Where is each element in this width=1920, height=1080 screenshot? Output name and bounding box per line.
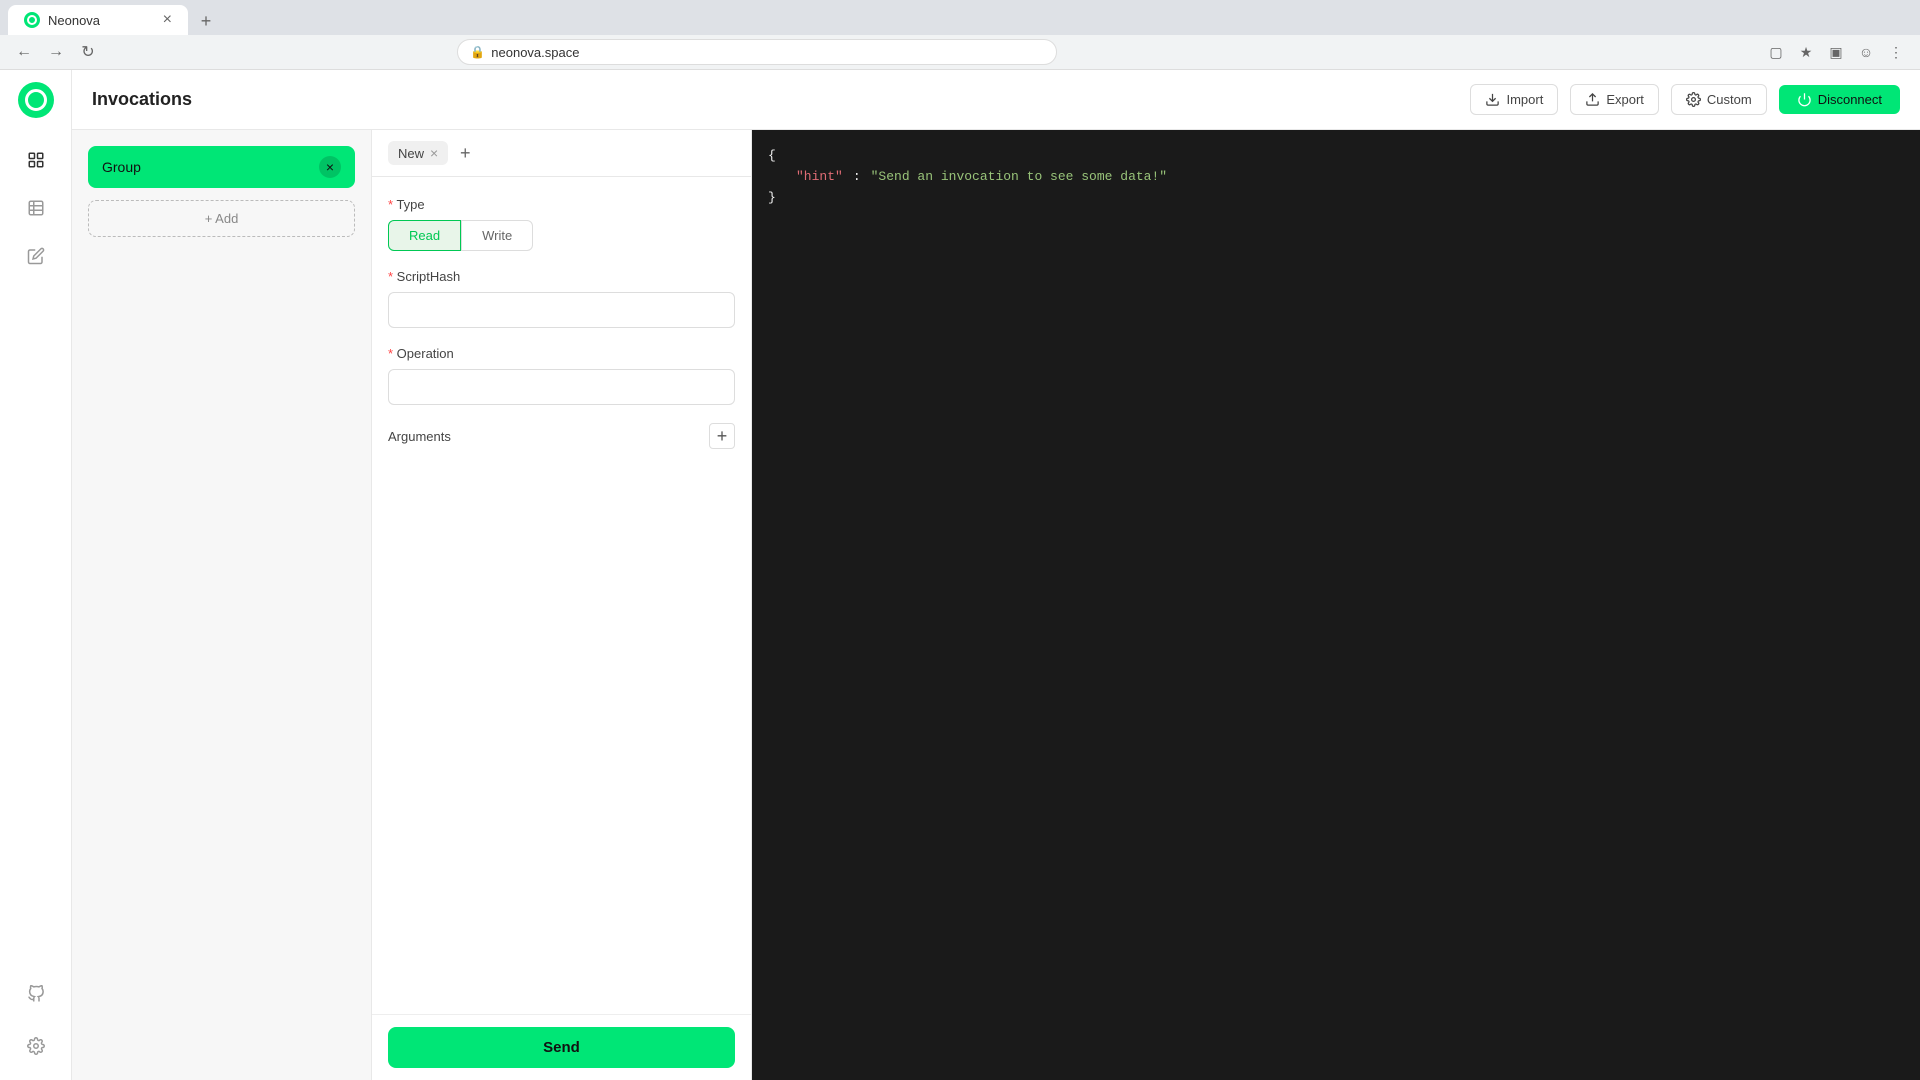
app-logo bbox=[18, 82, 54, 118]
settings-icon[interactable] bbox=[14, 1024, 58, 1068]
main-area: Invocations Import Export Custom Disconn… bbox=[72, 70, 1920, 1080]
json-line-1: { bbox=[768, 146, 1904, 167]
add-button[interactable]: + Add bbox=[88, 200, 355, 237]
operation-input[interactable] bbox=[388, 369, 735, 405]
sidebar-nav bbox=[14, 138, 58, 972]
arguments-label: Arguments bbox=[388, 429, 451, 444]
middle-panel: New × + * Type Read Write bbox=[372, 130, 752, 1080]
bookmark-icon[interactable]: ★ bbox=[1794, 40, 1818, 64]
page-header: Invocations Import Export Custom Disconn… bbox=[72, 70, 1920, 130]
script-hash-input[interactable] bbox=[388, 292, 735, 328]
send-btn-area: Send bbox=[372, 1014, 751, 1080]
tab-new-close[interactable]: × bbox=[430, 145, 438, 161]
tab-new-label: New bbox=[398, 146, 424, 161]
url-text: neonova.space bbox=[491, 45, 579, 60]
tab-close-btn[interactable]: × bbox=[163, 12, 172, 28]
json-value-hint: "Send an invocation to see some data!" bbox=[871, 167, 1167, 188]
arguments-row: Arguments + bbox=[388, 423, 735, 449]
custom-label: Custom bbox=[1707, 92, 1752, 107]
tab-title: Neonova bbox=[48, 13, 155, 28]
disconnect-button[interactable]: Disconnect bbox=[1779, 85, 1900, 114]
group-close-button[interactable]: × bbox=[319, 156, 341, 178]
browser-chrome: Neonova × + ← → ↻ 🔒 neonova.space ▢ ★ ▣ … bbox=[0, 0, 1920, 70]
read-button[interactable]: Read bbox=[388, 220, 461, 251]
header-actions: Import Export Custom Disconnect bbox=[1470, 84, 1900, 115]
group-name-input[interactable] bbox=[102, 159, 319, 175]
json-key-hint: "hint" bbox=[796, 167, 843, 188]
sidebar-item-edit[interactable] bbox=[14, 234, 58, 278]
operation-section: * Operation bbox=[388, 346, 735, 405]
lock-icon: 🔒 bbox=[470, 45, 485, 59]
required-star-2: * bbox=[388, 269, 397, 284]
page-title: Invocations bbox=[92, 89, 1470, 110]
profile-icon[interactable]: ☺ bbox=[1854, 40, 1878, 64]
address-bar[interactable]: 🔒 neonova.space bbox=[457, 39, 1057, 65]
content: × + Add New × + bbox=[72, 130, 1920, 1080]
form-area: * Type Read Write * ScriptHash bbox=[372, 177, 751, 1014]
export-button[interactable]: Export bbox=[1570, 84, 1659, 115]
type-label: * Type bbox=[388, 197, 735, 212]
json-open-brace: { bbox=[768, 146, 776, 167]
type-section: * Type Read Write bbox=[388, 197, 735, 251]
script-hash-label: * ScriptHash bbox=[388, 269, 735, 284]
extensions-icon[interactable]: ▣ bbox=[1824, 40, 1848, 64]
new-tab-button[interactable]: + bbox=[192, 7, 220, 35]
back-button[interactable]: ← bbox=[12, 40, 36, 64]
import-label: Import bbox=[1506, 92, 1543, 107]
tab-new[interactable]: New × bbox=[388, 141, 448, 165]
json-colon: : bbox=[853, 167, 861, 188]
write-button[interactable]: Write bbox=[461, 220, 533, 251]
json-line-2: "hint" : "Send an invocation to see some… bbox=[768, 167, 1904, 188]
add-argument-button[interactable]: + bbox=[709, 423, 735, 449]
tabs-bar: New × + bbox=[372, 130, 751, 177]
cast-icon[interactable]: ▢ bbox=[1764, 40, 1788, 64]
operation-label: * Operation bbox=[388, 346, 735, 361]
json-output-panel: { "hint" : "Send an invocation to see so… bbox=[752, 130, 1920, 1080]
forward-button[interactable]: → bbox=[44, 40, 68, 64]
active-tab[interactable]: Neonova × bbox=[8, 5, 188, 35]
disconnect-label: Disconnect bbox=[1818, 92, 1882, 107]
app: Invocations Import Export Custom Disconn… bbox=[0, 70, 1920, 1080]
required-star-3: * bbox=[388, 346, 397, 361]
export-label: Export bbox=[1606, 92, 1644, 107]
menu-icon[interactable]: ⋮ bbox=[1884, 40, 1908, 64]
sidebar-item-table[interactable] bbox=[14, 186, 58, 230]
send-button[interactable]: Send bbox=[388, 1027, 735, 1068]
group-card[interactable]: × bbox=[88, 146, 355, 188]
sidebar-item-grid[interactable] bbox=[14, 138, 58, 182]
tab-favicon bbox=[24, 12, 40, 28]
type-buttons: Read Write bbox=[388, 220, 735, 251]
sidebar bbox=[0, 70, 72, 1080]
sidebar-bottom bbox=[14, 972, 58, 1068]
left-panel: × + Add bbox=[72, 130, 372, 1080]
json-close-brace: } bbox=[768, 188, 776, 209]
import-button[interactable]: Import bbox=[1470, 84, 1558, 115]
script-hash-section: * ScriptHash bbox=[388, 269, 735, 328]
add-tab-button[interactable]: + bbox=[452, 140, 478, 166]
add-label: + Add bbox=[205, 211, 239, 226]
json-line-3: } bbox=[768, 188, 1904, 209]
reload-button[interactable]: ↻ bbox=[76, 40, 100, 64]
github-icon[interactable] bbox=[14, 972, 58, 1016]
custom-button[interactable]: Custom bbox=[1671, 84, 1767, 115]
